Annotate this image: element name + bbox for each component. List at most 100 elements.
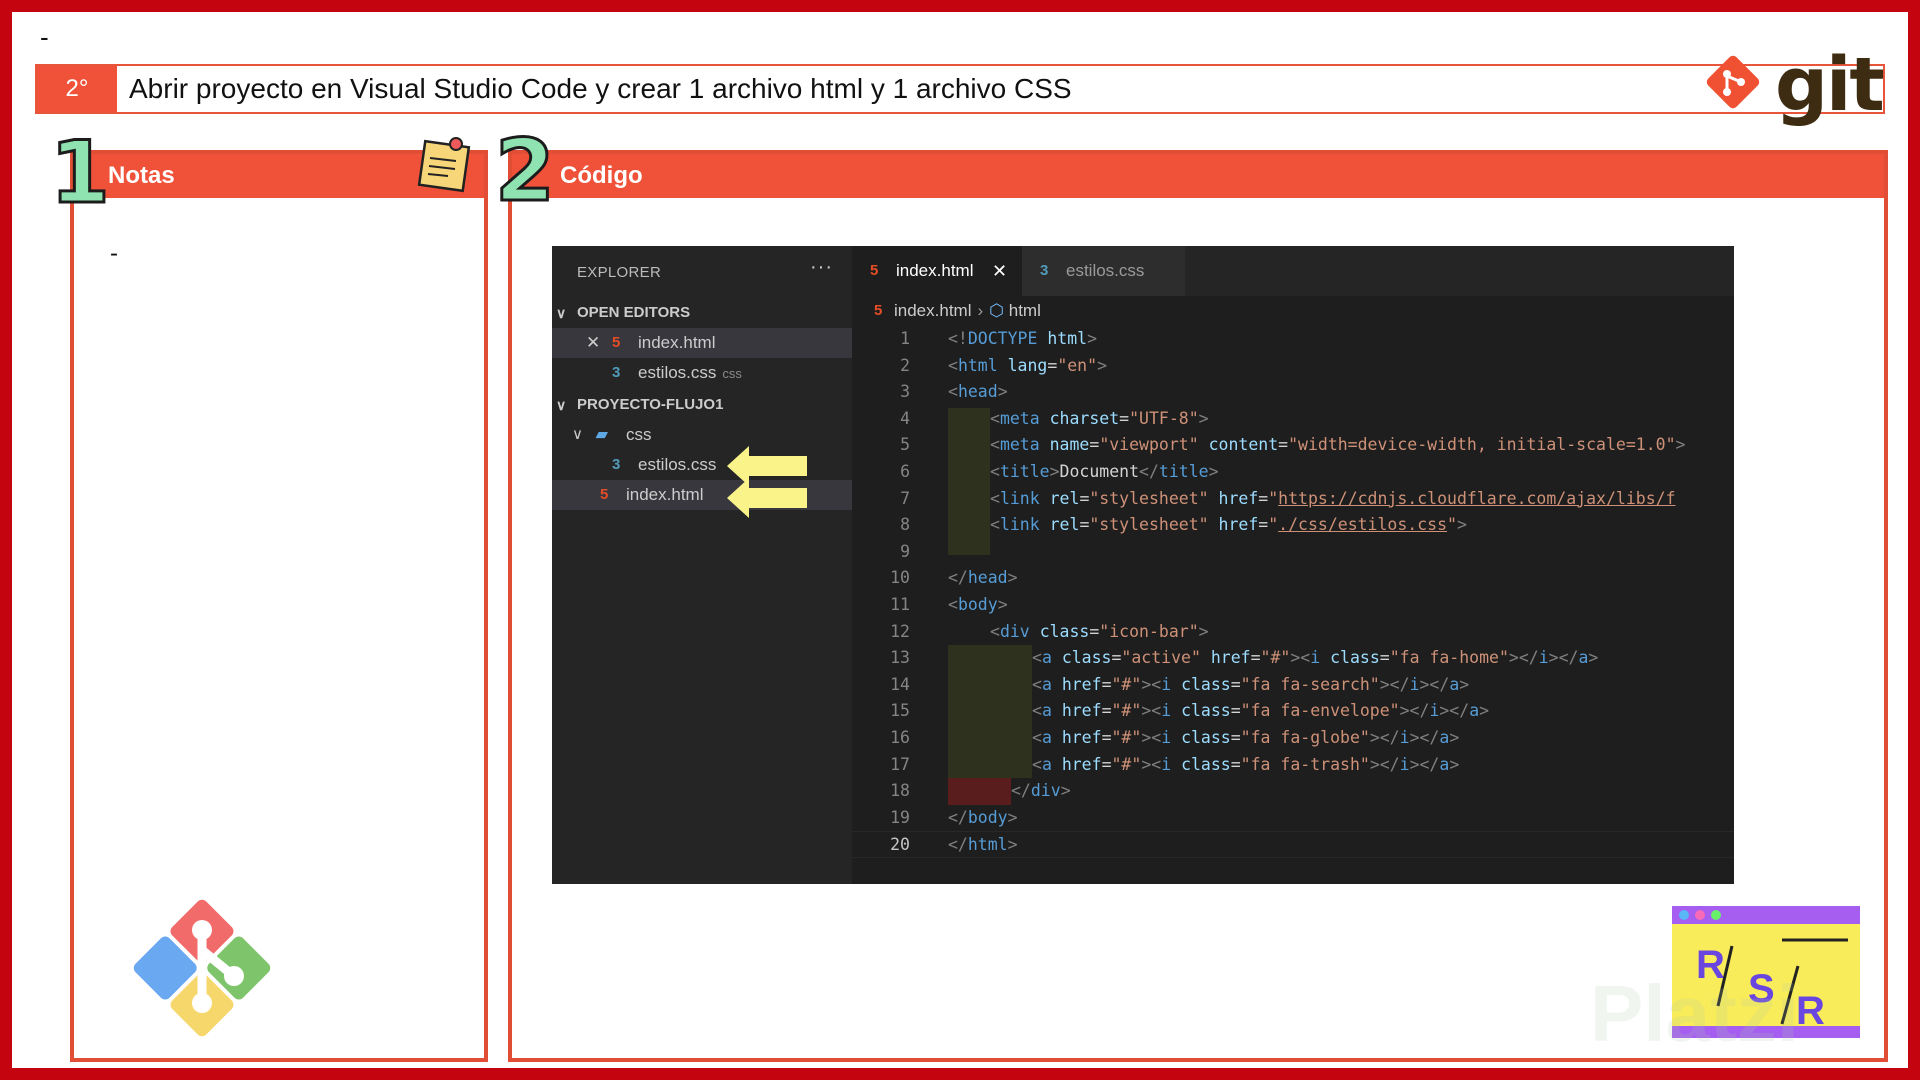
git-diamond-icon (1706, 55, 1760, 109)
html5-icon: 5 (612, 334, 621, 351)
code-line[interactable]: 20 </html> (852, 831, 1734, 858)
code-line[interactable]: 3 <head> (852, 379, 1734, 406)
code-text: <meta charset="UTF-8"> (990, 408, 1209, 428)
more-actions-icon[interactable]: ··· (810, 256, 833, 279)
code-text: <a href="#"><i class="fa fa-envelope"></… (1032, 701, 1490, 721)
css3-icon: 3 (612, 364, 621, 381)
line-number: 14 (890, 674, 910, 694)
code-line[interactable]: 19 </body> (852, 805, 1734, 832)
tab-index-html[interactable]: 5 index.html ✕ (852, 246, 1022, 296)
platzi-watermark: Platzi (1590, 969, 1799, 1058)
code-text: <html lang="en"> (948, 355, 1107, 375)
breadcrumb: 5 index.html › ⬡ html (852, 296, 1734, 326)
code-line[interactable]: 2 <html lang="en"> (852, 353, 1734, 380)
explorer-sidebar: EXPLORER ··· ∨ OPEN EDITORS ✕ 5 index.ht… (552, 246, 852, 884)
folder-label: css (626, 425, 652, 444)
project-section[interactable]: ∨ PROYECTO-FLUJO1 (552, 390, 852, 420)
code-line[interactable]: 11 <body> (852, 592, 1734, 619)
code-line[interactable]: 14 <a href="#"><i class="fa fa-search"></… (852, 672, 1734, 699)
line-number: 16 (890, 728, 910, 747)
line-number: 2 (900, 355, 910, 375)
code-line[interactable]: 8 <link rel="stylesheet" href="./css/esti… (852, 512, 1734, 539)
notes-content: - (110, 240, 118, 267)
cube-icon: ⬡ (989, 301, 1004, 320)
code-text: <a href="#"><i class="fa fa-trash"></i><… (1032, 754, 1460, 774)
code-text: <body> (948, 595, 1008, 614)
code-line[interactable]: 9 (852, 539, 1734, 566)
code-line[interactable]: 12 <div class="icon-bar"> (852, 619, 1734, 646)
close-icon[interactable]: ✕ (992, 246, 1007, 296)
file-label: estilos.css (638, 455, 717, 474)
code-line[interactable]: 5 <meta name="viewport" content="width=de… (852, 432, 1734, 459)
notes-number: 1 (49, 123, 112, 223)
line-number: 11 (890, 595, 910, 614)
open-editor-label: estilos.css (638, 363, 717, 382)
html5-icon: 5 (870, 262, 879, 279)
sticky-note-icon (417, 137, 471, 193)
open-editor-item[interactable]: ✕ 5 index.html (552, 328, 852, 358)
tab-label: index.html (896, 261, 974, 280)
line-number: 10 (890, 568, 910, 588)
open-editors-section[interactable]: ∨ OPEN EDITORS (552, 298, 852, 328)
line-number: 12 (890, 621, 910, 641)
line-number: 20 (890, 835, 910, 855)
editor-tabs: 5 index.html ✕ 3 estilos.css (852, 246, 1734, 296)
line-number: 4 (900, 408, 910, 428)
html5-icon: 5 (874, 302, 883, 319)
code-line[interactable]: 13 <a class="active" href="#"><i class="f… (852, 645, 1734, 672)
folder-row[interactable]: ∨ ▰ css (552, 420, 852, 450)
breadcrumb-file[interactable]: index.html (894, 301, 971, 320)
step-header: 2° Abrir proyecto en Visual Studio Code … (35, 64, 1885, 114)
code-line[interactable]: 6 <title>Document</title> (852, 459, 1734, 486)
git-wordmark: git (1775, 42, 1885, 128)
code-line[interactable]: 4 <meta charset="UTF-8"> (852, 406, 1734, 433)
open-editors-label: OPEN EDITORS (577, 304, 691, 321)
open-editor-item[interactable]: 3 estilos.css css (552, 358, 852, 388)
code-line[interactable]: 1 <!DOCTYPE html> (852, 326, 1734, 353)
file-row[interactable]: 3 estilos.css (552, 450, 852, 480)
step-title: Abrir proyecto en Visual Studio Code y c… (129, 73, 1072, 104)
code-text: </head> (948, 568, 1018, 588)
line-number: 19 (890, 807, 910, 827)
code-line[interactable]: 16 <a href="#"><i class="fa fa-globe"></i… (852, 725, 1734, 752)
code-line[interactable]: 15 <a href="#"><i class="fa fa-envelope">… (852, 698, 1734, 725)
tab-estilos-css[interactable]: 3 estilos.css (1022, 246, 1185, 296)
close-icon[interactable]: ✕ (586, 328, 600, 358)
code-header: Código (512, 154, 1884, 198)
file-label: index.html (626, 485, 704, 504)
code-line[interactable]: 17 <a href="#"><i class="fa fa-trash"></i… (852, 752, 1734, 779)
code-text: <link rel="stylesheet" href="./css/estil… (990, 515, 1467, 535)
code-line[interactable]: 18 </div> (852, 778, 1734, 805)
code-text: <!DOCTYPE html> (948, 329, 1098, 348)
code-text: <a class="active" href="#"><i class="fa … (1032, 648, 1599, 668)
code-text: </div> (1011, 781, 1071, 801)
code-editor[interactable]: 1 <!DOCTYPE html> 2 <html lang="en"> 3 <head>… (852, 326, 1734, 884)
code-line[interactable]: 7 <link rel="stylesheet" href="https://cd… (852, 486, 1734, 513)
line-number: 6 (900, 462, 910, 481)
css3-icon: 3 (612, 456, 621, 473)
yellow-arrow-icon (727, 478, 807, 518)
breadcrumb-node[interactable]: html (1009, 301, 1041, 320)
line-number: 17 (890, 754, 910, 774)
line-number: 18 (890, 781, 910, 801)
open-editor-folder-hint: css (722, 366, 742, 381)
chevron-right-icon: › (977, 301, 984, 320)
code-text: <title>Document</title> (990, 462, 1219, 481)
line-number: 8 (900, 515, 910, 535)
html5-icon: 5 (600, 486, 609, 503)
folder-open-icon: ▰ (596, 426, 608, 443)
explorer-title: EXPLORER (577, 264, 662, 281)
code-line[interactable]: 10 </head> (852, 565, 1734, 592)
chevron-down-icon: ∨ (556, 305, 567, 321)
chevron-down-icon: ∨ (572, 426, 583, 443)
code-text: <meta name="viewport" content="width=dev… (990, 435, 1686, 455)
line-number: 13 (890, 648, 910, 668)
chevron-down-icon: ∨ (556, 397, 567, 413)
line-number: 9 (900, 541, 910, 561)
code-text: <div class="icon-bar"> (990, 621, 1209, 641)
project-label: PROYECTO-FLUJO1 (577, 396, 724, 413)
code-text: <a href="#"><i class="fa fa-search"></i>… (1032, 674, 1470, 694)
file-row[interactable]: 5 index.html (552, 480, 852, 510)
top-dash: - (40, 22, 49, 52)
svg-text:R: R (1796, 989, 1825, 1033)
